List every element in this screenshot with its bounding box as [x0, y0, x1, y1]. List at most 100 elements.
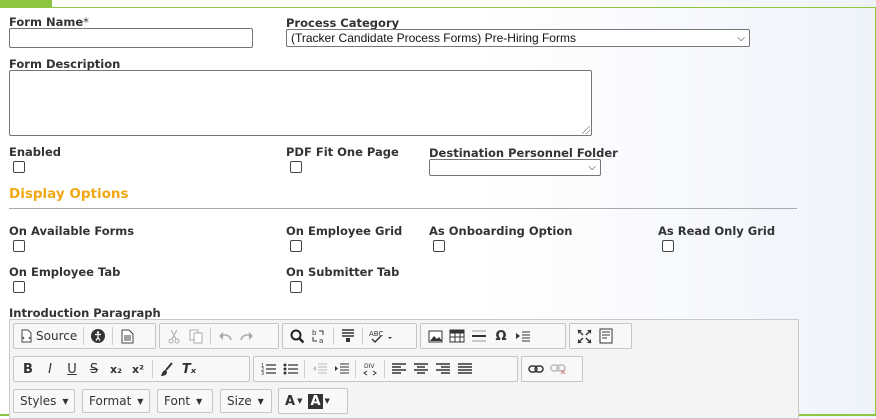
subscript-button[interactable]: x₂: [105, 358, 127, 380]
chevron-down-icon: ▼: [62, 396, 69, 406]
horizontal-line-button[interactable]: [468, 325, 490, 347]
indent-icon: [334, 363, 349, 374]
enabled-checkbox[interactable]: [13, 161, 25, 173]
svg-text:3: 3: [261, 371, 264, 376]
font-combo[interactable]: Font ▼: [157, 389, 213, 413]
form-description-textarea[interactable]: [9, 70, 592, 136]
page-break-button[interactable]: [512, 325, 534, 347]
table-button[interactable]: [446, 325, 468, 347]
outdent-button[interactable]: [308, 358, 330, 380]
section-divider: [9, 208, 797, 209]
chevron-down-icon: ▼: [297, 397, 303, 405]
undo-icon: [219, 332, 232, 341]
as-read-only-grid-label: As Read Only Grid: [658, 224, 776, 238]
destination-folder-select[interactable]: ⌵: [429, 159, 601, 176]
align-center-button[interactable]: [410, 358, 432, 380]
svg-text:b: b: [312, 329, 317, 337]
undo-button[interactable]: [214, 325, 236, 347]
size-combo[interactable]: Size ▼: [220, 389, 272, 413]
find-button[interactable]: [286, 325, 308, 347]
on-submitter-tab-checkbox[interactable]: [290, 281, 302, 293]
justify-button[interactable]: [454, 358, 476, 380]
redo-button[interactable]: [236, 325, 258, 347]
strikethrough-button[interactable]: S: [83, 358, 105, 380]
on-employee-grid-label: On Employee Grid: [286, 224, 403, 238]
align-center-icon: [414, 363, 428, 374]
toolbar-group-insert: Ω: [420, 323, 566, 349]
div-glyph: DIV: [364, 363, 375, 370]
toolbar-group-tools: [569, 323, 632, 349]
link-button[interactable]: [525, 358, 547, 380]
svg-text:ABC: ABC: [369, 330, 383, 338]
resize-grip-icon[interactable]: [582, 126, 590, 134]
maximize-icon: [577, 329, 591, 343]
on-available-forms-checkbox[interactable]: [13, 240, 25, 252]
chevron-down-icon: ▼: [196, 396, 203, 406]
toolbar-group-clipboard: [159, 323, 279, 349]
remove-format-button[interactable]: Tₓ: [178, 358, 200, 380]
toolbar-group-basic-styles: B I U S x₂ x² Tₓ: [13, 356, 250, 382]
indent-button[interactable]: [330, 358, 352, 380]
italic-button[interactable]: I: [39, 358, 61, 380]
bulleted-list-button[interactable]: [279, 358, 301, 380]
select-all-icon: [342, 329, 354, 342]
superscript-button[interactable]: x²: [127, 358, 149, 380]
rich-text-editor: Source ba ABC Ω B I U S x₂ x² Tₓ 1 2 3 D…: [9, 319, 799, 419]
on-employee-tab-checkbox[interactable]: [13, 281, 25, 293]
numbered-list-button[interactable]: 123: [257, 358, 279, 380]
maximize-button[interactable]: [573, 325, 595, 347]
as-onboarding-option-label: As Onboarding Option: [429, 224, 573, 238]
omega-icon: Ω: [495, 328, 507, 344]
format-combo[interactable]: Format ▼: [82, 389, 150, 413]
horizontal-line-icon: [472, 330, 486, 342]
chevron-down-icon: ⌵: [588, 162, 596, 173]
toolbar-group-colors: A ▼ A ▼: [278, 388, 348, 414]
templates-button[interactable]: [116, 325, 138, 347]
process-category-select[interactable]: (Tracker Candidate Process Forms) Pre-Hi…: [286, 29, 750, 47]
search-icon: [290, 329, 304, 343]
replace-button[interactable]: ba: [308, 325, 330, 347]
source-button[interactable]: Source: [17, 325, 80, 347]
introduction-paragraph-label: Introduction Paragraph: [9, 306, 161, 320]
chevron-down-icon: ⌵: [737, 32, 745, 44]
align-right-button[interactable]: [432, 358, 454, 380]
toolbar-separator: [304, 360, 305, 378]
text-color-button[interactable]: A ▼: [282, 390, 305, 412]
bold-button[interactable]: B: [17, 358, 39, 380]
toolbar-separator: [355, 360, 356, 378]
select-all-button[interactable]: [337, 325, 359, 347]
underline-button[interactable]: U: [61, 358, 83, 380]
pdf-fit-checkbox[interactable]: [290, 161, 302, 173]
styles-combo[interactable]: Styles ▼: [13, 389, 75, 413]
special-char-button[interactable]: Ω: [490, 325, 512, 347]
text-color-icon: A: [285, 393, 296, 409]
format-label: Format: [89, 394, 132, 408]
display-options-heading: Display Options: [9, 186, 129, 202]
form-name-label: Form Name*: [9, 15, 89, 29]
on-employee-grid-checkbox[interactable]: [290, 240, 302, 252]
process-category-label: Process Category: [286, 16, 400, 30]
unlink-button[interactable]: [547, 358, 569, 380]
copy-button[interactable]: [185, 325, 207, 347]
create-div-button[interactable]: DIV: [359, 358, 381, 380]
chevron-down-icon: ▼: [137, 396, 144, 406]
copy-formatting-button[interactable]: [156, 358, 178, 380]
on-available-forms-label: On Available Forms: [9, 224, 135, 238]
accessibility-button[interactable]: [87, 325, 109, 347]
styles-label: Styles: [20, 394, 57, 408]
image-button[interactable]: [424, 325, 446, 347]
active-tab[interactable]: [0, 0, 52, 7]
background-color-button[interactable]: A ▼: [305, 390, 332, 412]
cut-button[interactable]: [163, 325, 185, 347]
redo-icon: [240, 332, 253, 341]
font-label: Font: [164, 394, 191, 408]
justify-icon: [458, 363, 472, 374]
toolbar-group-document: Source: [13, 323, 156, 349]
form-name-input[interactable]: [9, 28, 253, 48]
as-onboarding-option-checkbox[interactable]: [433, 240, 445, 252]
show-blocks-icon: [599, 328, 613, 344]
align-left-button[interactable]: [388, 358, 410, 380]
show-blocks-button[interactable]: [595, 325, 617, 347]
as-read-only-grid-checkbox[interactable]: [662, 240, 674, 252]
spellcheck-button[interactable]: ABC: [366, 325, 396, 347]
